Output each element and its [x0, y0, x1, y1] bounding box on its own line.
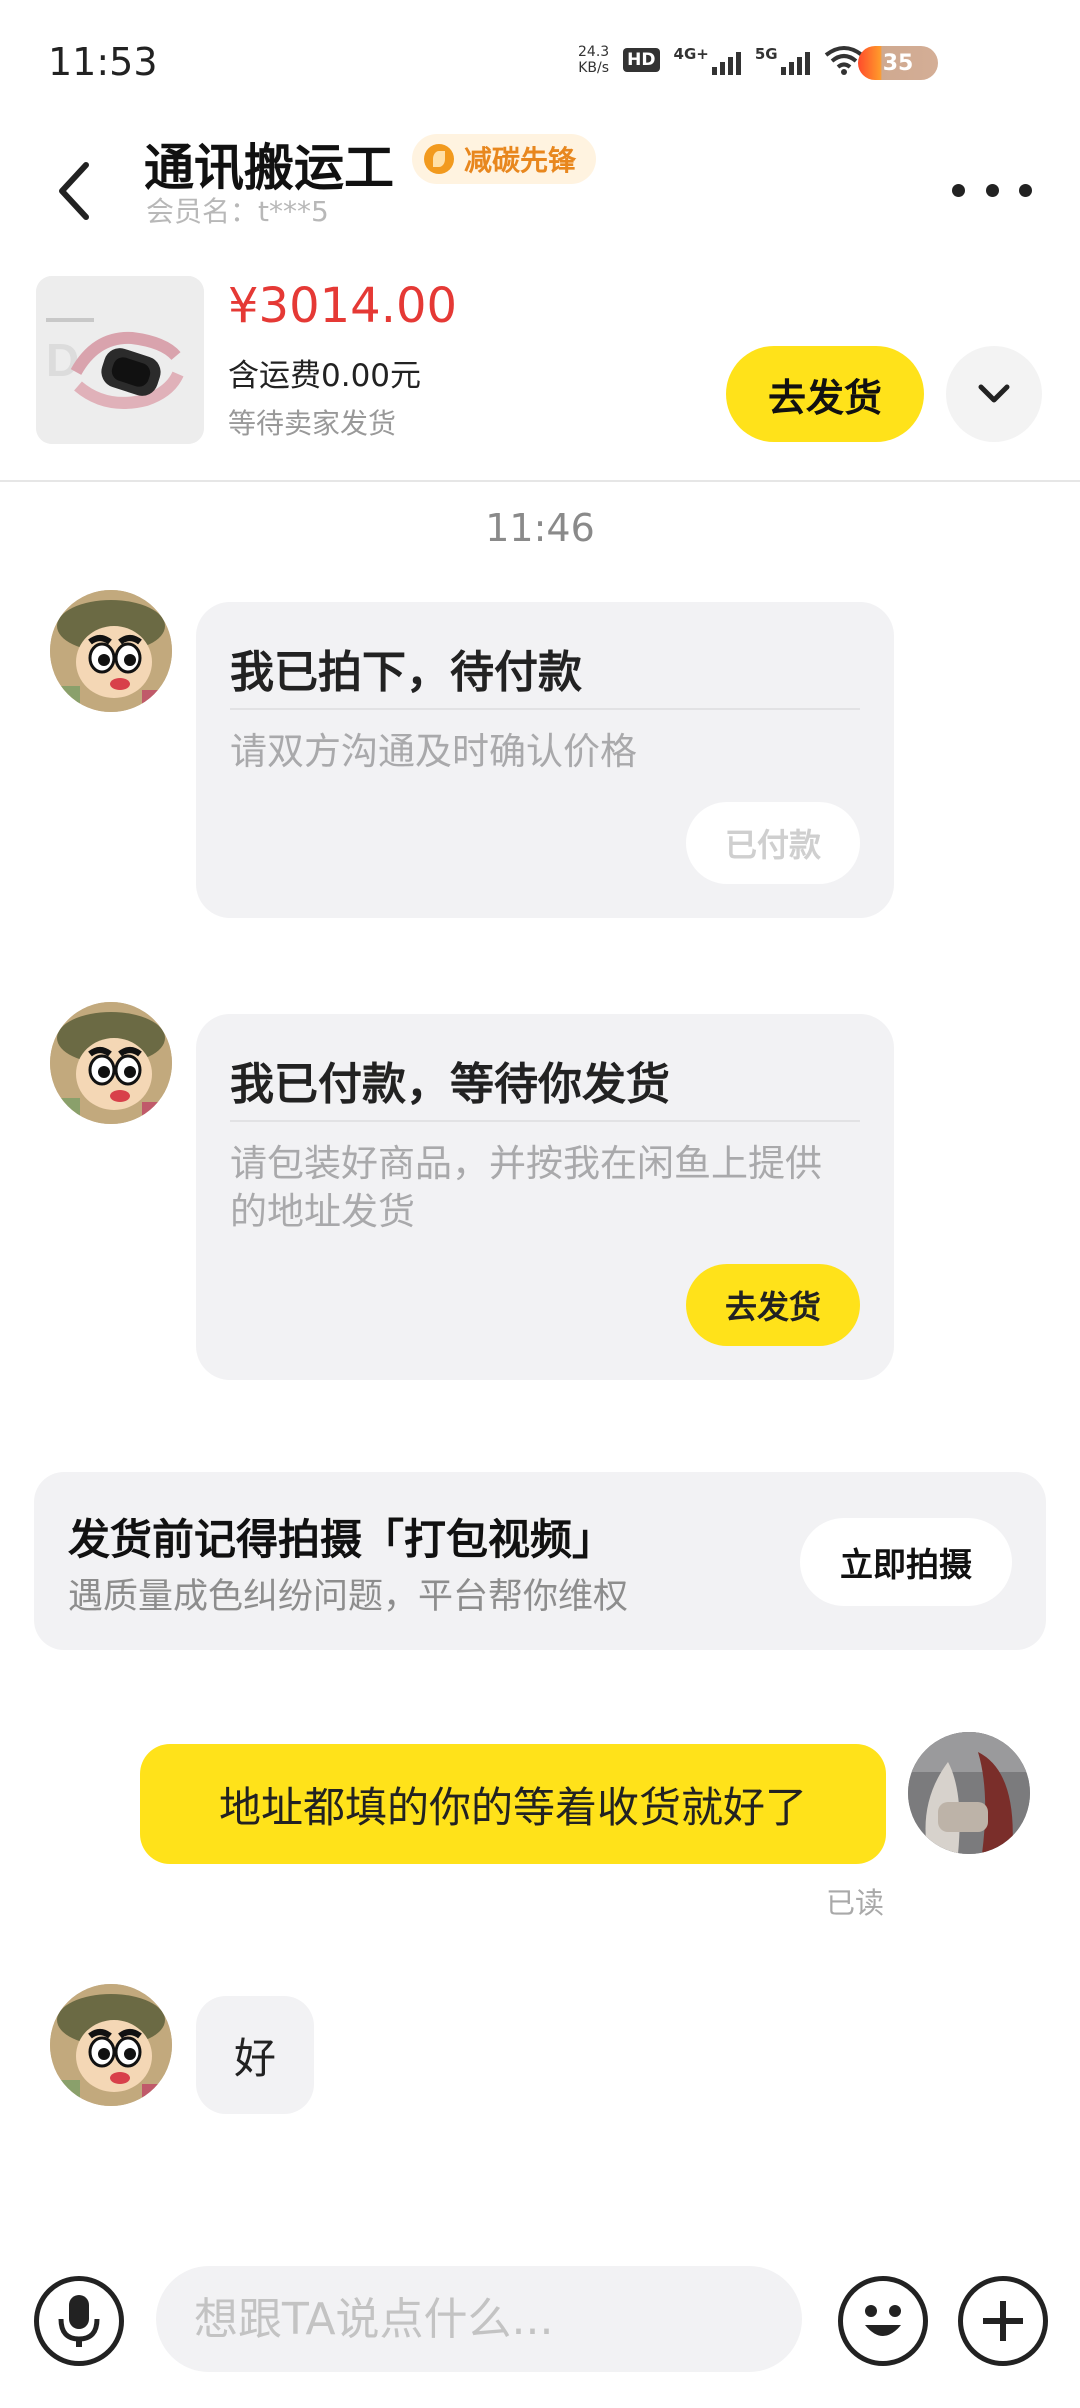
voice-button[interactable]: [34, 2276, 124, 2366]
chevron-down-icon: [978, 384, 1010, 403]
product-thumbnail[interactable]: D: [36, 276, 204, 444]
my-avatar[interactable]: [908, 1732, 1030, 1854]
plus-icon: [983, 2301, 1023, 2341]
chat-header: 通讯搬运工 减碳先锋 会员名：t***5: [0, 120, 1080, 270]
status-bar: 11:53 24.3 KB/s HD 4G+ 5G 35: [0, 0, 1080, 120]
card-title: 我已付款，等待你发货: [230, 1059, 670, 1110]
buyer-avatar[interactable]: [50, 590, 172, 712]
svg-text:D: D: [46, 334, 79, 386]
battery-icon: 35: [858, 46, 938, 80]
more-options-button[interactable]: [952, 160, 1032, 220]
status-icons: 24.3 KB/s HD 4G+ 5G: [578, 44, 864, 76]
cartoon-avatar-image: [50, 1984, 172, 2106]
back-button[interactable]: [44, 136, 104, 246]
read-receipt: 已读: [826, 1886, 885, 1920]
expand-button[interactable]: [946, 346, 1042, 442]
ship-button[interactable]: 去发货: [726, 346, 924, 442]
buyer-avatar[interactable]: [50, 1002, 172, 1124]
buyer-avatar[interactable]: [50, 1984, 172, 2106]
signal-4g-icon: 4G+: [674, 45, 741, 75]
packing-video-tip: 发货前记得拍摄「打包视频」 遇质量成色纠纷问题，平台帮你维权 立即拍摄: [34, 1472, 1046, 1650]
card-title: 我已拍下，待付款: [230, 647, 582, 698]
member-name: 会员名：t***5: [146, 195, 329, 228]
paid-button[interactable]: 已付款: [686, 802, 860, 884]
hd-icon: HD: [623, 48, 660, 72]
record-now-button[interactable]: 立即拍摄: [800, 1518, 1012, 1606]
cartoon-avatar-image: [50, 590, 172, 712]
order-status: 等待卖家发货: [228, 407, 397, 440]
badge-label: 减碳先锋: [464, 144, 577, 177]
tip-subtitle: 遇质量成色纠纷问题，平台帮你维权: [68, 1577, 629, 1617]
add-button[interactable]: [958, 2276, 1048, 2366]
my-message-bubble[interactable]: 地址都填的你的等着收货就好了: [140, 1744, 886, 1864]
ship-button[interactable]: 去发货: [686, 1264, 860, 1346]
dot-icon: [1019, 183, 1032, 197]
chevron-left-icon: [59, 162, 89, 220]
card-divider: [230, 708, 860, 710]
message-input[interactable]: [156, 2266, 802, 2372]
card-divider: [230, 1120, 860, 1122]
order-card-paid: 我已付款，等待你发货 请包装好商品，并按我在闲鱼上提供的地址发货 去发货: [196, 1014, 894, 1380]
shipping-fee: 含运费0.00元: [228, 358, 422, 394]
carbon-pioneer-badge[interactable]: 减碳先锋: [412, 134, 597, 184]
watch-product-image: D: [36, 276, 204, 444]
dot-icon: [952, 183, 965, 197]
chat-timestamp: 11:46: [485, 506, 595, 550]
buyer-message-bubble[interactable]: 好: [196, 1996, 314, 2114]
status-time: 11:53: [48, 40, 158, 84]
card-description: 请包装好商品，并按我在闲鱼上提供的地址发货: [230, 1142, 822, 1233]
message-input-bar: [0, 2250, 1080, 2408]
cartoon-avatar-image: [50, 1002, 172, 1124]
product-price: ¥3014.00: [228, 278, 458, 334]
smiley-icon: [865, 2305, 901, 2336]
order-product-bar: D ¥3014.00 含运费0.00元 等待卖家发货 去发货: [0, 270, 1080, 482]
photo-avatar-image: [908, 1732, 1030, 1854]
order-card-placed: 我已拍下，待付款 请双方沟通及时确认价格 已付款: [196, 602, 894, 918]
tip-title: 发货前记得拍摄「打包视频」: [68, 1515, 615, 1564]
card-description: 请双方沟通及时确认价格: [230, 730, 637, 773]
network-speed: 24.3 KB/s: [578, 44, 610, 76]
emoji-button[interactable]: [838, 2276, 928, 2366]
dot-icon: [985, 183, 999, 197]
signal-5g-icon: 5G: [755, 45, 810, 75]
microphone-icon: [58, 2295, 100, 2347]
leaf-icon: [424, 144, 454, 174]
